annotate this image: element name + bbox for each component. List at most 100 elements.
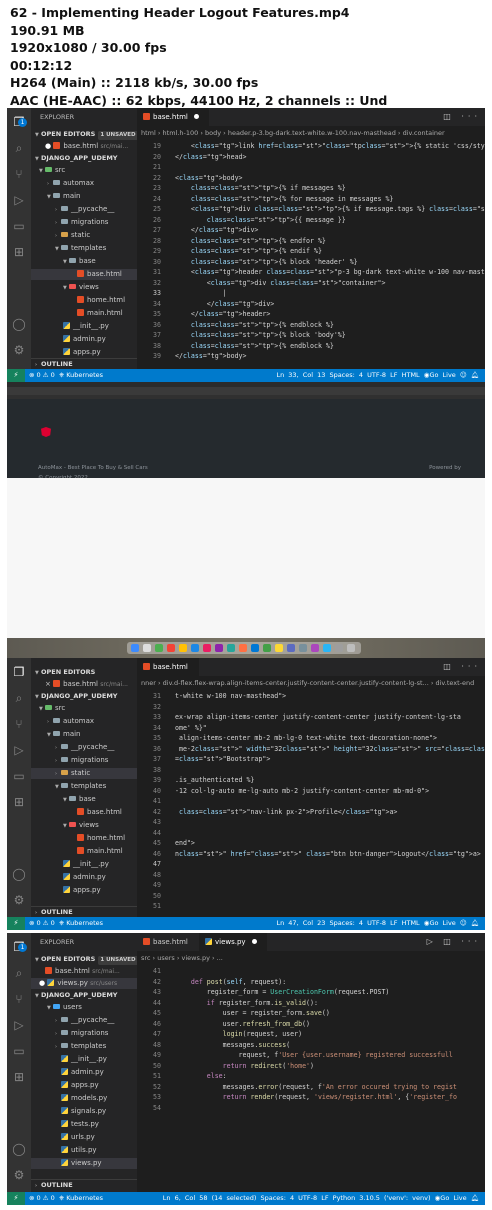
tree-item-apps-py[interactable]: apps.py xyxy=(31,885,137,896)
code-view[interactable]: 41 42 def post(self, request): 43 register… xyxy=(137,965,485,1192)
tree-item-templates[interactable]: ▼ templates xyxy=(31,781,137,792)
encoding[interactable]: UTF-8 xyxy=(367,919,386,927)
line-number[interactable]: 22 xyxy=(137,174,161,182)
tree-item-static[interactable]: › static xyxy=(31,768,137,779)
editor-actions[interactable]: ▷ ◫ ··· xyxy=(427,933,481,951)
code-line[interactable]: user = register_form.save() xyxy=(175,1009,330,1017)
tab-base-html[interactable]: base.html xyxy=(137,108,209,126)
code-view[interactable]: 19 <class="tg">link href=class="st">"cla… xyxy=(137,140,485,369)
line-number[interactable]: 37 xyxy=(137,331,161,339)
code-line[interactable]: .is_authenticated %} xyxy=(175,776,254,784)
account-icon[interactable]: ◯ xyxy=(11,316,27,332)
line-number[interactable]: 44 xyxy=(137,999,161,1007)
vscode-dock-icon[interactable] xyxy=(251,644,259,652)
line-number[interactable]: 36 xyxy=(137,321,161,329)
extensions-icon[interactable]: ⊞ xyxy=(11,244,27,260)
tree-item-urls-py[interactable]: urls.py xyxy=(31,1132,137,1143)
tree-item-admin-py[interactable]: admin.py xyxy=(31,1067,137,1078)
code-line[interactable]: return redirect('home') xyxy=(175,1062,314,1070)
line-number[interactable]: 44 xyxy=(137,829,161,837)
tab-base-html[interactable]: base.html xyxy=(137,933,197,951)
kubernetes-status[interactable]: Kubernetes xyxy=(66,1194,103,1202)
line-number[interactable]: 50 xyxy=(137,892,161,900)
tree-item-users[interactable]: ▼ users xyxy=(31,1002,137,1013)
trash-icon[interactable] xyxy=(347,644,355,652)
feedback-icon[interactable]: ☺ xyxy=(460,371,467,379)
cursor-position[interactable]: Ln 47, Col 23 xyxy=(276,919,325,927)
line-number[interactable]: 43 xyxy=(137,988,161,996)
line-number[interactable]: 38 xyxy=(137,766,161,774)
tree-item-views[interactable]: ▼ views xyxy=(31,282,137,293)
line-number[interactable]: 49 xyxy=(137,881,161,889)
outline-header[interactable]: › OUTLINE xyxy=(31,906,137,917)
line-number[interactable]: 43 xyxy=(137,818,161,826)
error-count[interactable]: 0 xyxy=(37,919,41,927)
line-number[interactable]: 39 xyxy=(137,352,161,360)
cursor-position[interactable]: Ln 6, Col 58 (14 selected) xyxy=(163,1194,257,1202)
line-ending[interactable]: LF xyxy=(390,371,397,379)
line-number[interactable]: 38 xyxy=(137,342,161,350)
python-interpreter[interactable]: 3.10.5 ('venv': venv) xyxy=(359,1194,430,1202)
tree-item-models-py[interactable]: models.py xyxy=(31,1093,137,1104)
line-ending[interactable]: LF xyxy=(390,919,397,927)
outline-header[interactable]: › OUTLINE xyxy=(31,1179,137,1190)
outline-header[interactable]: › OUTLINE xyxy=(31,358,137,369)
line-number[interactable]: 29 xyxy=(137,247,161,255)
open-editors-header[interactable]: ▼ OPEN EDITORS 1 UNSAVED xyxy=(31,954,137,965)
line-number[interactable]: 42 xyxy=(137,978,161,986)
app-icon[interactable] xyxy=(167,644,175,652)
source-control-icon[interactable]: ⑂ xyxy=(11,716,27,732)
line-number[interactable]: 34 xyxy=(137,724,161,732)
app-icon[interactable] xyxy=(323,644,331,652)
editor-actions[interactable]: ◫ ··· xyxy=(443,658,481,676)
app-icon[interactable] xyxy=(191,644,199,652)
code-line[interactable]: <class="tg">body> xyxy=(175,174,243,182)
tree-item-apps-py[interactable]: apps.py xyxy=(31,1080,137,1091)
tree-item-templates[interactable]: ▼ templates xyxy=(31,243,137,254)
code-line[interactable]: ex-wrap align-items-center justify-conte… xyxy=(175,713,461,721)
tree-item-admin-py[interactable]: admin.py xyxy=(31,872,137,883)
project-header[interactable]: ▼ DJANGO_APP_UDEMY xyxy=(31,990,137,1001)
tree-item-home-html[interactable]: home.html xyxy=(31,295,137,306)
tree-item-init-py[interactable]: __init__.py xyxy=(31,1054,137,1065)
tree-item-base-html[interactable]: base.html xyxy=(31,269,137,280)
code-line[interactable]: if register_form.is_valid(): xyxy=(175,999,318,1007)
code-line[interactable]: messages.success( xyxy=(175,1041,291,1049)
search-icon[interactable]: ⌕ xyxy=(11,140,27,156)
tree-item-admin-py[interactable]: admin.py xyxy=(31,334,137,345)
code-line[interactable]: class=class="st">"tp">{% for message in … xyxy=(175,195,394,203)
code-line[interactable]: <class="tg">link href=class="st">"class=… xyxy=(175,142,485,150)
code-line[interactable]: def post(self, request): xyxy=(175,978,286,986)
line-number[interactable]: 25 xyxy=(137,205,161,213)
encoding[interactable]: UTF-8 xyxy=(298,1194,317,1202)
indentation[interactable]: Spaces: 4 xyxy=(261,1194,295,1202)
line-number[interactable]: 41 xyxy=(137,967,161,975)
errors-icon[interactable]: ⊗ xyxy=(29,919,34,927)
encoding[interactable]: UTF-8 xyxy=(367,371,386,379)
app-icon[interactable] xyxy=(227,644,235,652)
go-live-button[interactable]: Go Live xyxy=(429,919,455,927)
line-number[interactable]: 32 xyxy=(137,279,161,287)
settings-gear-icon[interactable]: ⚙ xyxy=(11,342,27,358)
tree-item-init-py[interactable]: __init__.py xyxy=(31,859,137,870)
line-number[interactable]: 51 xyxy=(137,1072,161,1080)
line-number[interactable]: 46 xyxy=(137,850,161,858)
remote-explorer-icon[interactable]: ▭ xyxy=(11,768,27,784)
tree-item-signals-py[interactable]: signals.py xyxy=(31,1106,137,1117)
indentation[interactable]: Spaces: 4 xyxy=(329,371,363,379)
kubernetes-status[interactable]: Kubernetes xyxy=(66,919,103,927)
remote-explorer-icon[interactable]: ▭ xyxy=(11,218,27,234)
tab-base-html[interactable]: base.html xyxy=(137,658,199,676)
open-editor-item[interactable]: × base.html src/mai... xyxy=(31,679,137,690)
code-line[interactable]: else: xyxy=(175,1072,227,1080)
run-debug-icon[interactable]: ▷ xyxy=(11,1017,27,1033)
code-line[interactable]: class=class="st">"tp">{% endblock %} xyxy=(175,342,334,350)
run-debug-icon[interactable]: ▷ xyxy=(11,742,27,758)
code-line[interactable]: user.refresh_from_db() xyxy=(175,1020,310,1028)
remote-icon[interactable]: ⚡ xyxy=(7,369,25,382)
code-line[interactable]: class=class="st">"tp">{% if messages %} xyxy=(175,184,346,192)
language-mode[interactable]: Python xyxy=(333,1194,356,1202)
code-line[interactable]: register_form = UserCreationForm(request… xyxy=(175,988,390,996)
tree-item-automax[interactable]: › automax xyxy=(31,716,137,727)
tree-item-base-html[interactable]: base.html xyxy=(31,807,137,818)
